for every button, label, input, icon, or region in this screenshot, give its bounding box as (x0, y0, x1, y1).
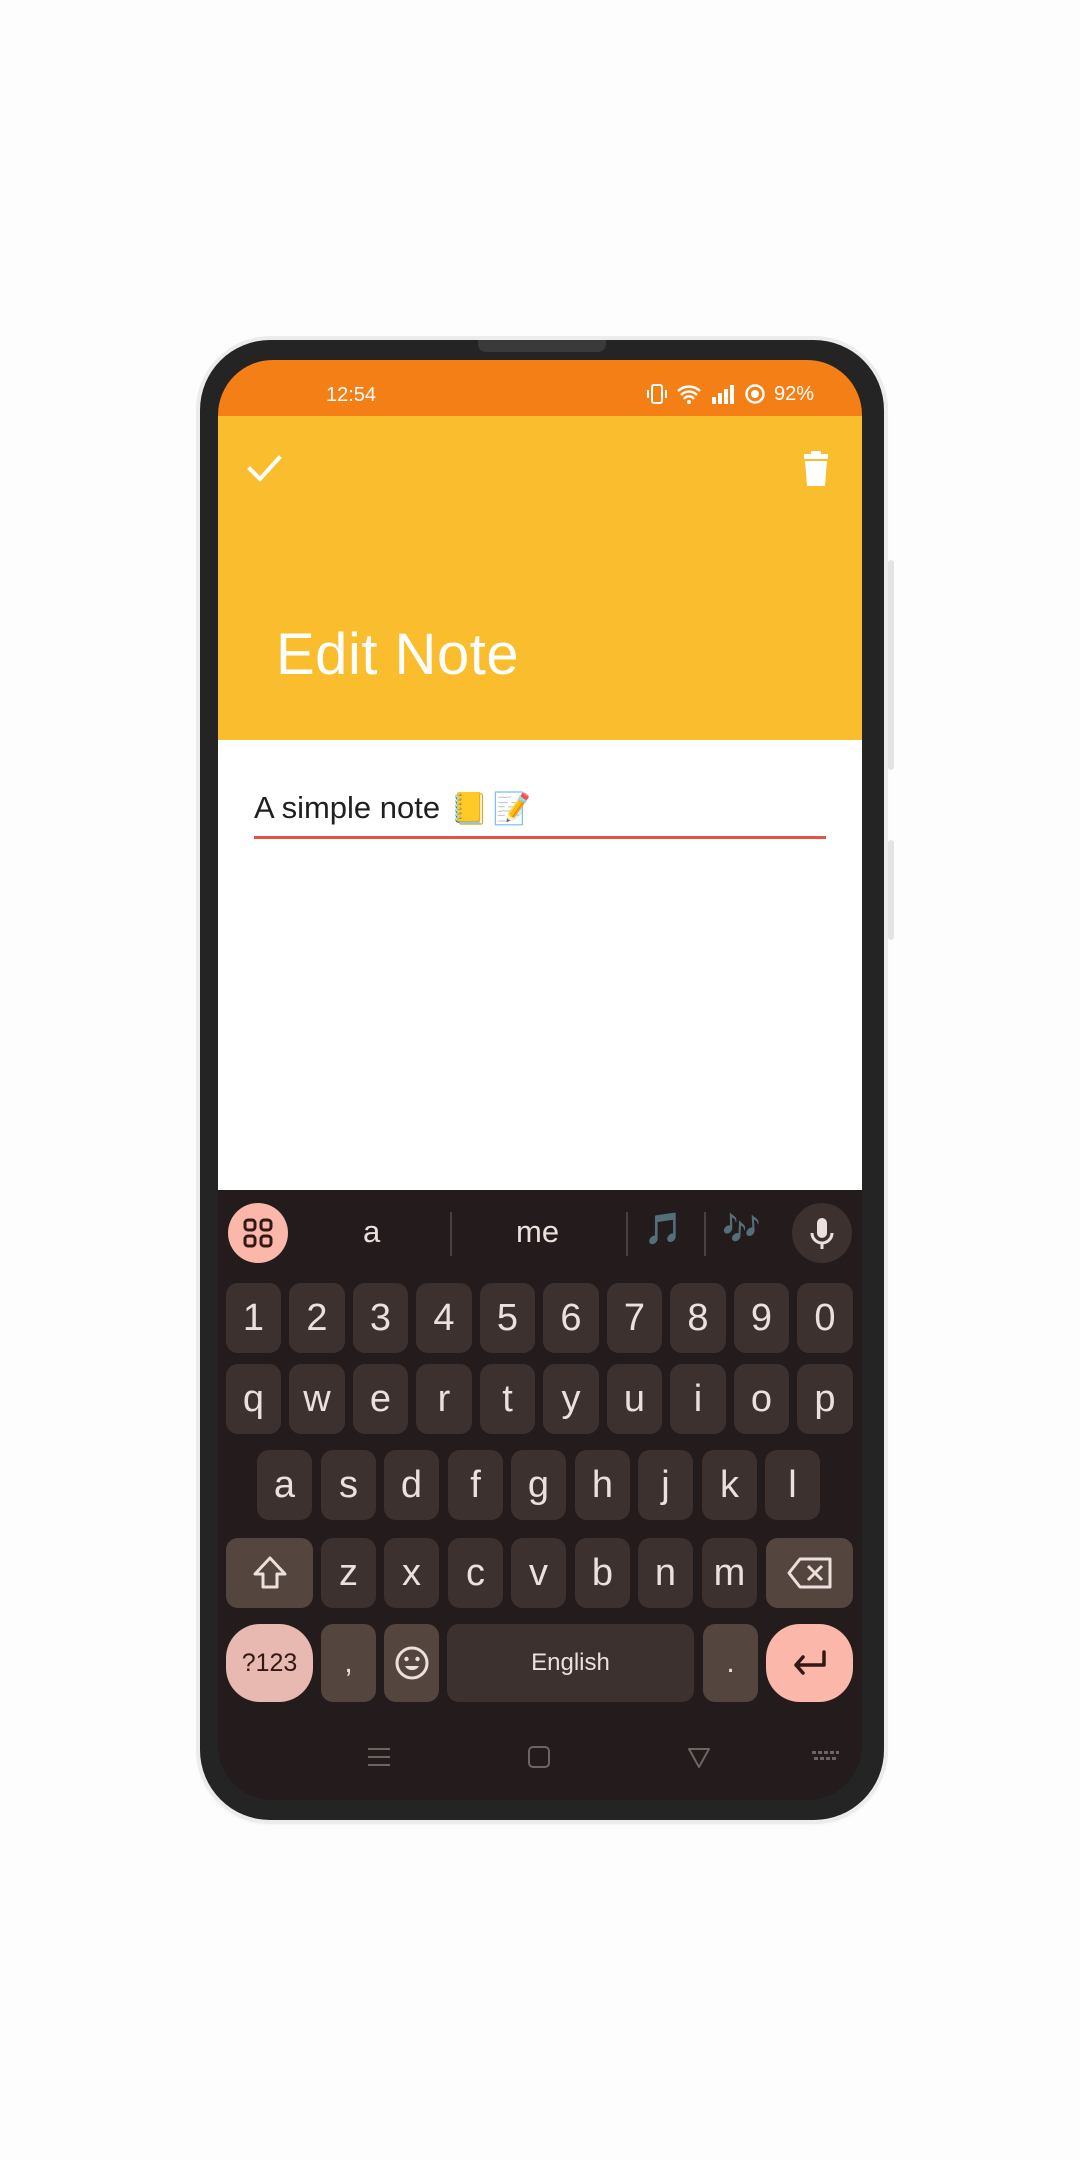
period-key[interactable]: . (703, 1624, 758, 1702)
emoji-key[interactable] (384, 1624, 439, 1702)
key-x[interactable]: x (384, 1538, 439, 1608)
key-f[interactable]: f (448, 1450, 503, 1520)
key-y[interactable]: y (543, 1364, 599, 1434)
volume-button (888, 840, 894, 940)
key-t[interactable]: t (480, 1364, 535, 1434)
key-6[interactable]: 6 (543, 1283, 599, 1353)
wifi-icon (677, 385, 701, 404)
trash-icon (804, 451, 828, 486)
key-h[interactable]: h (575, 1450, 630, 1520)
mic-icon (810, 1218, 834, 1249)
key-7[interactable]: 7 (607, 1283, 662, 1353)
keyboard-hide-icon[interactable] (810, 1744, 840, 1770)
delete-button[interactable] (796, 448, 836, 488)
key-o[interactable]: o (734, 1364, 789, 1434)
emoji-panel-button[interactable] (228, 1203, 288, 1263)
note-title-input[interactable]: A simple note 📒 📝 (254, 780, 826, 839)
enter-icon (793, 1650, 826, 1675)
menu-icon[interactable] (366, 1744, 392, 1770)
check-icon (247, 455, 282, 482)
key-m[interactable]: m (702, 1538, 757, 1608)
key-a[interactable]: a (257, 1450, 312, 1520)
shift-icon (253, 1556, 286, 1589)
key-e[interactable]: e (353, 1364, 408, 1434)
key-3[interactable]: 3 (353, 1283, 408, 1353)
page-title: Edit Note (276, 622, 520, 687)
suggestion-divider (704, 1212, 706, 1256)
home-icon[interactable] (526, 1744, 552, 1770)
key-9[interactable]: 9 (734, 1283, 789, 1353)
enter-key[interactable] (766, 1624, 853, 1702)
earpiece (478, 340, 606, 352)
key-r[interactable]: r (416, 1364, 472, 1434)
signal-icon (711, 385, 734, 404)
key-1[interactable]: 1 (226, 1283, 281, 1353)
key-g[interactable]: g (511, 1450, 566, 1520)
key-k[interactable]: k (702, 1450, 757, 1520)
suggestion-divider (450, 1212, 452, 1256)
key-p[interactable]: p (797, 1364, 853, 1434)
key-4[interactable]: 4 (416, 1283, 472, 1353)
symbols-key[interactable]: ?123 (226, 1624, 313, 1702)
key-i[interactable]: i (670, 1364, 726, 1434)
suggestion-music-notes[interactable]: 🎶 (722, 1210, 761, 1247)
key-v[interactable]: v (511, 1538, 566, 1608)
battery-level: 92% (773, 382, 814, 405)
smiley-icon (395, 1646, 428, 1680)
key-d[interactable]: d (384, 1450, 439, 1520)
shift-key[interactable] (226, 1538, 313, 1608)
key-n[interactable]: n (638, 1538, 693, 1608)
back-icon[interactable] (686, 1744, 712, 1770)
key-b[interactable]: b (575, 1538, 630, 1608)
key-u[interactable]: u (607, 1364, 662, 1434)
suggestion-a[interactable]: a (363, 1214, 380, 1250)
backspace-key[interactable] (766, 1538, 853, 1608)
suggestion-divider (626, 1212, 628, 1256)
suggestion-music-note[interactable]: 🎵 (644, 1210, 683, 1247)
key-5[interactable]: 5 (480, 1283, 535, 1353)
comma-key[interactable]: , (321, 1624, 376, 1702)
vibrate-icon (646, 384, 667, 404)
key-z[interactable]: z (321, 1538, 376, 1608)
key-c[interactable]: c (448, 1538, 503, 1608)
status-icons: 92% (646, 382, 814, 406)
note-title-text: A simple note (254, 790, 441, 825)
status-bar: 12:54 92% (218, 360, 862, 416)
key-2[interactable]: 2 (289, 1283, 345, 1353)
notebook-emoji: 📒 (450, 790, 489, 826)
backspace-icon (787, 1557, 831, 1589)
key-s[interactable]: s (321, 1450, 376, 1520)
space-key[interactable]: English (447, 1624, 694, 1702)
note-editor: A simple note 📒 📝 (218, 740, 862, 1190)
key-0[interactable]: 0 (797, 1283, 853, 1353)
keyboard: a me 🎵 🎶 1 2 3 4 5 6 7 8 9 0 q w e r t y… (218, 1190, 862, 1800)
note-title-emoji: 📒 📝 (450, 790, 531, 827)
phone-frame: 12:54 92% Edit Note A simple note 📒 📝 a … (200, 340, 894, 1820)
key-8[interactable]: 8 (670, 1283, 726, 1353)
key-l[interactable]: l (765, 1450, 820, 1520)
data-saver-icon (745, 384, 765, 404)
screen: 12:54 92% Edit Note A simple note 📒 📝 a … (218, 360, 862, 1800)
suggestion-bar: a me 🎵 🎶 (218, 1190, 862, 1276)
voice-input-button[interactable] (792, 1203, 852, 1263)
navigation-bar (218, 1720, 862, 1800)
status-time: 12:54 (326, 384, 377, 406)
key-w[interactable]: w (289, 1364, 345, 1434)
key-q[interactable]: q (226, 1364, 281, 1434)
memo-emoji: 📝 (492, 790, 532, 826)
key-j[interactable]: j (638, 1450, 693, 1520)
save-button[interactable] (244, 448, 284, 488)
power-button (888, 560, 894, 770)
suggestion-me[interactable]: me (516, 1214, 559, 1250)
app-bar: Edit Note (218, 416, 862, 740)
grid-icon (243, 1218, 273, 1248)
